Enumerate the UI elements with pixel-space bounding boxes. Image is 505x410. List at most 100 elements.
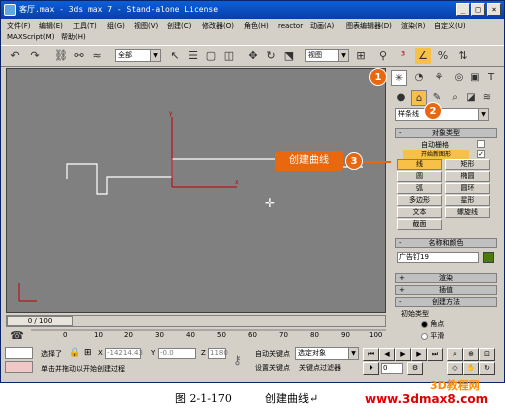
menu-customize[interactable]: 自定义(U)	[434, 21, 466, 32]
next-frame-icon[interactable]: ▶	[411, 348, 427, 361]
start-new-shape-checkbox[interactable]: ✓	[477, 150, 485, 158]
geometry-icon[interactable]: ●	[393, 90, 409, 106]
window-crossing-icon[interactable]: ◫	[221, 48, 237, 64]
z-coordinate-field[interactable]: 1180	[208, 348, 228, 359]
arc-button[interactable]: 弧	[397, 183, 442, 194]
helpers-icon[interactable]: ◪	[463, 90, 479, 106]
time-slider-thumb[interactable]: 0 / 100	[7, 316, 73, 326]
menu-modifiers[interactable]: 修改器(O)	[202, 21, 234, 32]
bind-space-warp-icon[interactable]: ≈	[89, 48, 105, 64]
rendering-rollout[interactable]: + 渲染	[395, 273, 497, 283]
time-slider[interactable]: 0 / 100	[6, 315, 386, 327]
y-coordinate-field[interactable]: -0.0	[158, 348, 196, 359]
selection-filter-dropdown[interactable]: 全部 ▼	[115, 49, 161, 62]
donut-button[interactable]: 圆环	[445, 183, 490, 194]
pan-icon[interactable]: ✋	[463, 362, 479, 375]
go-to-start-icon[interactable]: ⏮	[363, 348, 379, 361]
auto-grid-checkbox[interactable]	[477, 140, 485, 148]
key-icon[interactable]: ⚷	[233, 353, 242, 367]
menu-maxscript[interactable]: MAXScript(M)	[7, 32, 54, 43]
menu-edit[interactable]: 编辑(E)	[39, 21, 63, 32]
spinner-snap-icon[interactable]: ⇅	[455, 48, 471, 64]
percent-snap-icon[interactable]: %	[435, 48, 451, 64]
perspective-viewport[interactable]: y x ✛	[6, 68, 386, 313]
spacewarps-icon[interactable]: ≋	[479, 90, 495, 106]
object-type-rollout[interactable]: - 对象类型	[395, 128, 497, 138]
corner-radio[interactable]	[421, 320, 428, 328]
menu-file[interactable]: 文件(F)	[7, 21, 31, 32]
menu-group[interactable]: 组(G)	[107, 21, 125, 32]
menu-help[interactable]: 帮助(H)	[61, 32, 86, 43]
rect-selection-icon[interactable]: ▢	[203, 48, 219, 64]
maximize-button[interactable]: □	[471, 3, 485, 16]
menu-views[interactable]: 视图(V)	[134, 21, 158, 32]
set-key-button[interactable]: 设置关键点	[255, 363, 290, 373]
circle-button[interactable]: 圆	[397, 171, 442, 182]
cameras-icon[interactable]: ⌕	[447, 90, 463, 106]
selected-object-dropdown[interactable]: 选定对象 ▼	[295, 347, 359, 360]
interpolation-rollout[interactable]: + 插值	[395, 285, 497, 295]
select-object-icon[interactable]: ↖	[167, 48, 183, 64]
name-color-rollout[interactable]: - 名称和颜色	[395, 238, 497, 248]
arc-rotate-icon[interactable]: ↻	[479, 362, 495, 375]
creation-method-rollout[interactable]: - 创建方法	[395, 297, 497, 307]
unlink-icon[interactable]: ⚯	[71, 48, 87, 64]
maxscript-listener-bottom[interactable]	[5, 361, 33, 373]
x-coordinate-field[interactable]: -14214.43	[105, 348, 143, 359]
auto-key-button[interactable]: 自动关键点	[255, 349, 290, 359]
snap-toggle-icon[interactable]: ³	[395, 48, 411, 64]
field-of-view-icon[interactable]: ◇	[447, 362, 463, 375]
key-mode-icon[interactable]: ⏵	[363, 362, 379, 375]
zoom-extents-icon[interactable]: ⊡	[479, 348, 495, 361]
menu-reactor[interactable]: reactor	[278, 21, 303, 32]
time-config-icon[interactable]: ⚙	[407, 362, 423, 375]
helix-button[interactable]: 螺旋线	[445, 207, 490, 218]
shape-category-dropdown[interactable]: 样条线 ▼	[395, 108, 489, 121]
current-frame-field[interactable]: 0	[381, 363, 403, 374]
previous-frame-icon[interactable]: ◀	[379, 348, 395, 361]
ngon-button[interactable]: 多边形	[397, 195, 442, 206]
object-color-swatch[interactable]	[483, 252, 494, 263]
redo-icon[interactable]: ↷	[27, 48, 43, 64]
smooth-radio-row[interactable]: 平滑	[421, 331, 444, 341]
pivot-icon[interactable]: ⊞	[353, 48, 369, 64]
section-button[interactable]: 截面	[397, 219, 442, 230]
zoom-icon[interactable]: ⌕	[447, 348, 463, 361]
scale-icon[interactable]: ⬔	[281, 48, 297, 64]
angle-snap-icon[interactable]: ∠	[415, 48, 431, 64]
rectangle-button[interactable]: 矩形	[445, 159, 490, 170]
go-to-end-icon[interactable]: ⏭	[427, 348, 443, 361]
corner-radio-row[interactable]: 角点	[421, 319, 444, 329]
menu-graph-editors[interactable]: 图表编辑器(D)	[346, 21, 392, 32]
start-new-shape-button[interactable]: 开始新图形	[403, 150, 469, 159]
menu-rendering[interactable]: 渲染(R)	[401, 21, 425, 32]
undo-icon[interactable]: ↶	[7, 48, 23, 64]
menu-character[interactable]: 角色(H)	[244, 21, 269, 32]
close-button[interactable]: ×	[487, 3, 501, 16]
select-by-name-icon[interactable]: ☰	[185, 48, 201, 64]
hierarchy-tab-icon[interactable]: ⚘	[431, 70, 447, 86]
menu-tools[interactable]: 工具(T)	[73, 21, 97, 32]
play-icon[interactable]: ▶	[395, 348, 411, 361]
menu-animation[interactable]: 动画(A)	[310, 21, 334, 32]
track-bar[interactable]: ☎ 0 10 20 30 40 50 60 70 80 90 100	[1, 328, 396, 344]
display-tab-icon[interactable]: ▣	[467, 70, 483, 86]
menu-create[interactable]: 创建(C)	[167, 21, 191, 32]
create-tab-icon[interactable]: ✳	[391, 70, 407, 86]
utilities-tab-icon[interactable]: T	[483, 70, 499, 86]
lock-icon[interactable]: 🔒	[69, 348, 80, 358]
smooth-radio[interactable]	[421, 332, 428, 340]
motion-tab-icon[interactable]: ◎	[451, 70, 467, 86]
link-icon[interactable]: ⛓	[53, 48, 69, 64]
line-button[interactable]: 线	[397, 159, 442, 170]
key-filters-button[interactable]: 关键点过滤器	[299, 363, 341, 373]
minimize-button[interactable]: _	[456, 3, 470, 16]
object-name-field[interactable]: 广告钉19	[397, 252, 479, 263]
ellipse-button[interactable]: 椭圆	[445, 171, 490, 182]
shapes-icon[interactable]: ⌂	[411, 90, 427, 106]
move-icon[interactable]: ✥	[245, 48, 261, 64]
reference-coord-dropdown[interactable]: 视图 ▼	[305, 49, 349, 62]
rotate-icon[interactable]: ↻	[263, 48, 279, 64]
modify-tab-icon[interactable]: ◔	[411, 70, 427, 86]
star-button[interactable]: 星形	[445, 195, 490, 206]
